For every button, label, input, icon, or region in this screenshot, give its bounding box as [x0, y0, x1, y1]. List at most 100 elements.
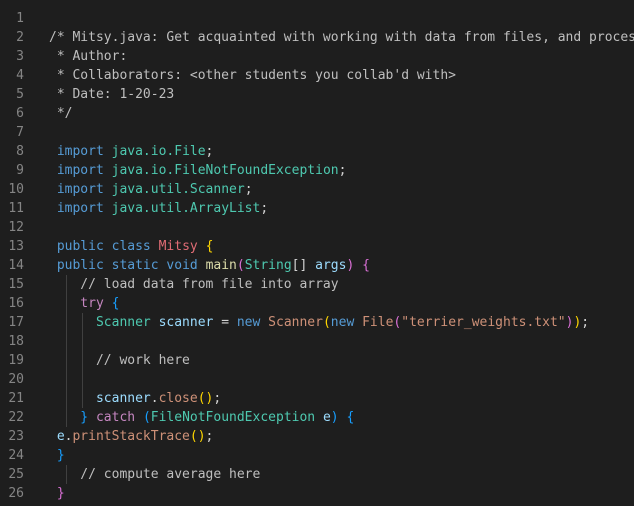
code-token: FileNotFoundException	[150, 410, 323, 425]
code-token: (	[142, 410, 151, 425]
code-token: e	[322, 410, 331, 425]
code-token: * Collaborators: <other students you col…	[49, 68, 456, 83]
code-text: public class Mitsy {	[49, 237, 214, 256]
code-text: scanner.close();	[49, 389, 221, 408]
line-number: 14	[8, 258, 24, 273]
code-token: import	[49, 182, 112, 197]
line-number: 22	[8, 410, 24, 425]
code-line[interactable]: 10 import java.util.Scanner;	[0, 180, 634, 199]
code-token: scanner	[158, 315, 222, 330]
code-line[interactable]: 25 // compute average here	[0, 465, 634, 484]
code-token: static	[111, 258, 167, 273]
line-number: 9	[16, 163, 24, 178]
code-line[interactable]: 12	[0, 218, 634, 237]
code-token: // load data from file into array	[49, 277, 339, 292]
code-text: import java.util.ArrayList;	[49, 199, 268, 218]
code-token: }	[49, 410, 96, 425]
code-line[interactable]: 11 import java.util.ArrayList;	[0, 199, 634, 218]
code-line[interactable]: 21 scanner.close();	[0, 389, 634, 408]
code-token: * Date: 1-20-23	[49, 87, 175, 102]
code-text: */	[49, 104, 73, 123]
code-token: close	[158, 391, 198, 406]
code-text: * Date: 1-20-23	[49, 85, 174, 104]
code-token: import	[49, 201, 112, 216]
indent-guide	[66, 370, 67, 389]
code-line[interactable]: 19 // work here	[0, 351, 634, 370]
code-text: // load data from file into array	[49, 275, 339, 294]
line-number: 19	[8, 353, 24, 368]
code-text: // work here	[49, 351, 190, 370]
code-token: ()	[197, 391, 214, 406]
code-line[interactable]: 18	[0, 332, 634, 351]
line-number: 2	[16, 30, 24, 45]
code-line[interactable]: 1	[0, 9, 634, 28]
code-text: e.printStackTrace();	[49, 427, 214, 446]
code-text: import java.io.FileNotFoundException;	[49, 161, 347, 180]
code-token: {	[362, 258, 370, 273]
code-line[interactable]: 26 }	[0, 484, 634, 503]
code-token: =	[221, 315, 237, 330]
code-text: * Collaborators: <other students you col…	[49, 66, 456, 85]
code-line[interactable]: 8 import java.io.File;	[0, 142, 634, 161]
code-text: }	[49, 446, 65, 465]
code-token: */	[49, 106, 73, 121]
code-line[interactable]: 16 try {	[0, 294, 634, 313]
code-token: Scanner	[49, 315, 159, 330]
line-number: 20	[8, 372, 24, 387]
code-token: java.util.Scanner	[111, 182, 245, 197]
code-line[interactable]: 23 e.printStackTrace();	[0, 427, 634, 446]
code-token: import	[49, 163, 112, 178]
code-token: Mitsy	[158, 239, 206, 254]
indent-guide	[82, 370, 83, 389]
code-token: File	[362, 315, 394, 330]
code-token: try	[49, 296, 112, 311]
code-line[interactable]: 24 }	[0, 446, 634, 465]
code-line[interactable]: 6 */	[0, 104, 634, 123]
line-number: 26	[8, 486, 24, 501]
code-line[interactable]: 17 Scanner scanner = new Scanner(new Fil…	[0, 313, 634, 332]
code-editor[interactable]: 1 2/* Mitsy.java: Get acquainted with wor…	[0, 0, 634, 506]
code-token: (	[236, 258, 245, 273]
code-token: main	[205, 258, 237, 273]
line-number: 21	[8, 391, 24, 406]
line-number: 15	[8, 277, 24, 292]
code-line[interactable]: 15 // load data from file into array	[0, 275, 634, 294]
code-line[interactable]: 5 * Date: 1-20-23	[0, 85, 634, 104]
code-token: ;	[338, 163, 347, 178]
line-number: 25	[8, 467, 24, 482]
code-token: new	[236, 315, 269, 330]
line-number: 7	[16, 125, 24, 140]
code-text: } catch (FileNotFoundException e) {	[49, 408, 354, 427]
code-line[interactable]: 4 * Collaborators: <other students you c…	[0, 66, 634, 85]
indent-guide	[82, 332, 83, 351]
code-token: {	[346, 410, 355, 425]
code-text: }	[49, 484, 65, 503]
line-number: 3	[16, 49, 24, 64]
code-token: []	[291, 258, 316, 273]
code-token: )	[330, 410, 347, 425]
line-number: 13	[8, 239, 24, 254]
line-number: 10	[8, 182, 24, 197]
code-line[interactable]: 20	[0, 370, 634, 389]
code-line[interactable]: 14 public static void main(String[] args…	[0, 256, 634, 275]
code-line[interactable]: 9 import java.io.FileNotFoundException;	[0, 161, 634, 180]
code-token: args	[315, 258, 347, 273]
code-text: // compute average here	[49, 465, 260, 484]
code-token: public	[49, 239, 112, 254]
line-number: 8	[16, 144, 24, 159]
code-token: printStackTrace	[72, 429, 190, 444]
code-token: {	[111, 296, 120, 311]
code-line[interactable]: 3 * Author:	[0, 47, 634, 66]
code-token: (	[322, 315, 331, 330]
code-token: "terrier_weights.txt"	[401, 315, 566, 330]
code-token: ;	[205, 144, 214, 159]
line-number: 17	[8, 315, 24, 330]
code-token: catch	[95, 410, 143, 425]
code-token: void	[166, 258, 206, 273]
code-line[interactable]: 22 } catch (FileNotFoundException e) {	[0, 408, 634, 427]
code-line[interactable]: 2 /* Mitsy.java: Get acquainted with work…	[0, 28, 634, 47]
code-line[interactable]: 13 public class Mitsy {	[0, 237, 634, 256]
code-line[interactable]: 7	[0, 123, 634, 142]
code-token: }	[49, 448, 65, 463]
code-token: ;	[244, 182, 253, 197]
